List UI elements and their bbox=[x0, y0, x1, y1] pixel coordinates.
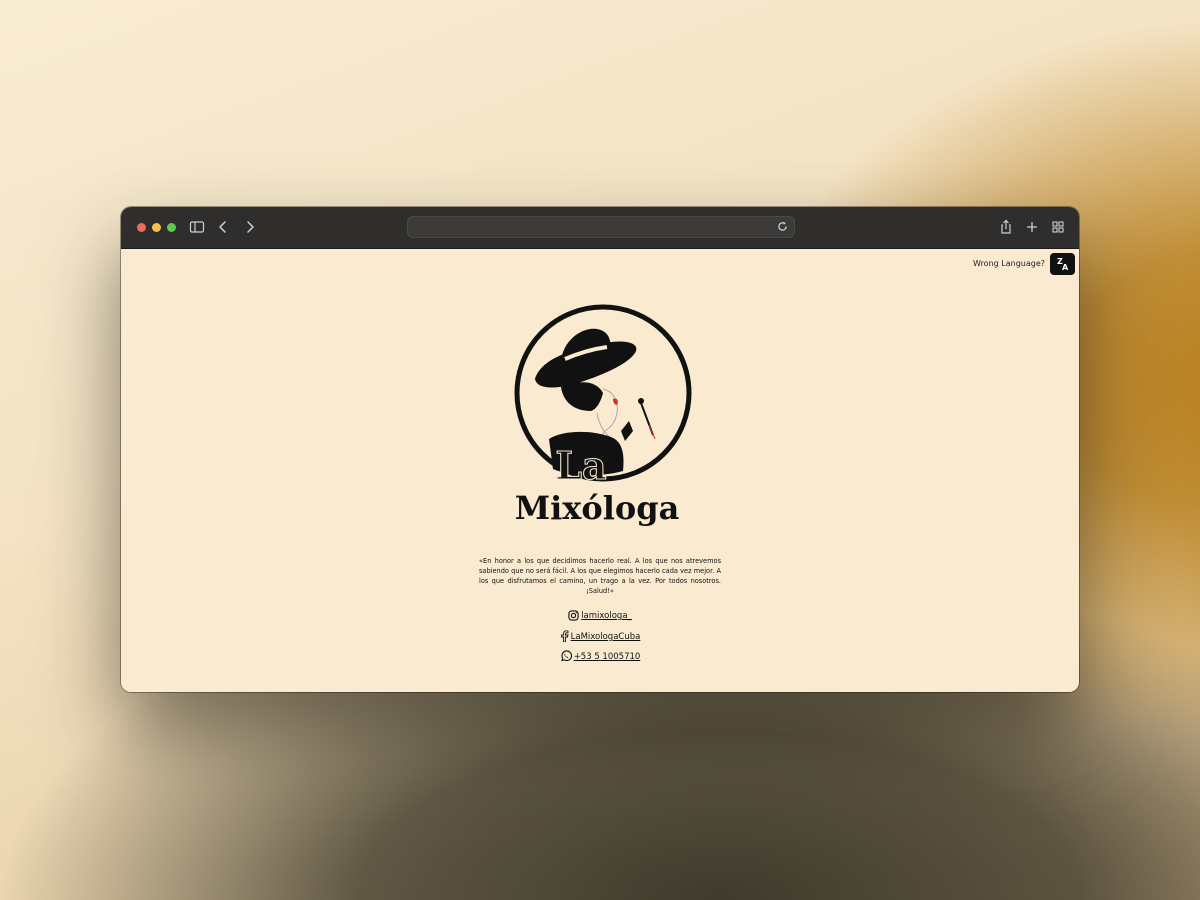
sidebar-icon[interactable] bbox=[189, 219, 205, 235]
browser-toolbar bbox=[121, 207, 1079, 249]
instagram-link[interactable]: lamixologa_ bbox=[581, 611, 632, 621]
whatsapp-link-row: +53 5 1005710 bbox=[121, 650, 1079, 662]
browser-window: Wrong Language? Z A La Mixóloga «En hono… bbox=[121, 207, 1079, 692]
reload-icon[interactable] bbox=[776, 220, 789, 233]
translate-button[interactable]: Z A bbox=[1050, 253, 1075, 275]
address-bar[interactable] bbox=[407, 216, 795, 238]
la-mixologa-logo: La Mixóloga bbox=[514, 304, 692, 527]
logo-text-la: La bbox=[555, 443, 606, 488]
close-window-button[interactable] bbox=[137, 223, 146, 232]
mission-quote: «En honor a los que decidimos hacerlo re… bbox=[479, 557, 721, 595]
svg-text:A: A bbox=[1062, 263, 1069, 272]
translate-icon: Z A bbox=[1057, 257, 1069, 272]
facebook-icon bbox=[560, 630, 569, 642]
zoom-window-button[interactable] bbox=[167, 223, 176, 232]
whatsapp-link[interactable]: +53 5 1005710 bbox=[574, 652, 641, 662]
logo-text-mixologa: Mixóloga bbox=[515, 489, 680, 527]
instagram-link-row: lamixologa_ bbox=[121, 610, 1079, 621]
facebook-link-row: LaMixologaCuba bbox=[121, 630, 1079, 642]
forward-icon[interactable] bbox=[242, 219, 258, 235]
page-content: Wrong Language? Z A La Mixóloga «En hono… bbox=[121, 249, 1079, 692]
minimize-window-button[interactable] bbox=[152, 223, 161, 232]
wrong-language-label: Wrong Language? bbox=[973, 259, 1045, 268]
facebook-link[interactable]: LaMixologaCuba bbox=[571, 632, 641, 642]
instagram-icon bbox=[568, 610, 579, 621]
share-icon[interactable] bbox=[998, 219, 1014, 235]
whatsapp-icon bbox=[560, 650, 572, 662]
back-icon[interactable] bbox=[215, 219, 231, 235]
new-tab-icon[interactable] bbox=[1024, 219, 1040, 235]
tab-overview-icon[interactable] bbox=[1050, 219, 1066, 235]
